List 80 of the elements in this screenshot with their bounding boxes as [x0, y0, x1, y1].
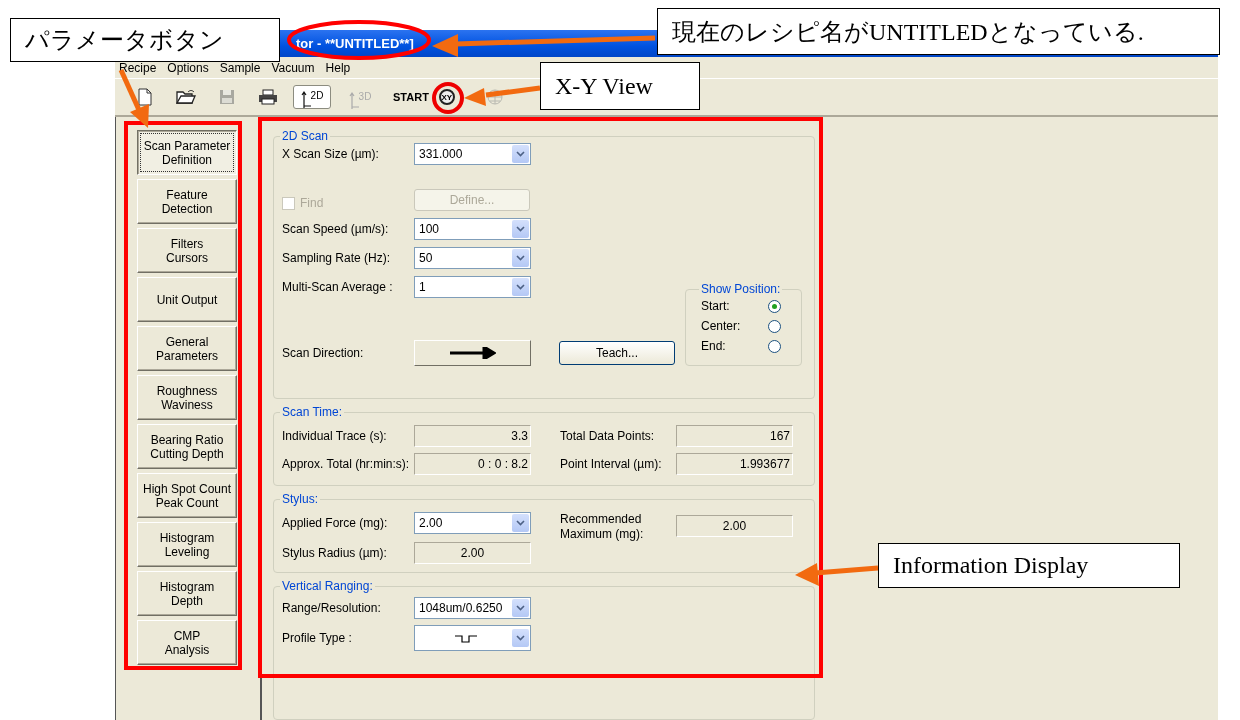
radio-button[interactable]: [768, 339, 781, 353]
dropdown-field[interactable]: 331.000: [414, 143, 531, 165]
field-label: X Scan Size (µm):: [282, 147, 380, 161]
callout-label: パラメータボタン: [10, 18, 280, 62]
field-label: Scan Speed (µm/s):: [282, 222, 390, 236]
printer-icon[interactable]: [258, 87, 278, 107]
field-label: Individual Trace (s):: [282, 429, 388, 443]
chevron-down-icon: [516, 151, 525, 157]
parameter-button[interactable]: CMP Analysis: [137, 620, 237, 665]
parameter-button[interactable]: Filters Cursors: [137, 228, 237, 273]
field-label: Profile Type :: [282, 631, 353, 645]
field-label: Scan Direction:: [282, 346, 365, 360]
readout-field: 1.993677: [676, 453, 793, 475]
callout-label: Information Display: [878, 543, 1180, 588]
chevron-down-icon: [516, 520, 525, 526]
dropdown-field[interactable]: 1048um/0.6250: [414, 597, 531, 619]
group-title: Show Position:: [700, 282, 782, 296]
dropdown-field[interactable]: 100: [414, 218, 531, 240]
axis-icon: [300, 90, 311, 108]
dropdown-field[interactable]: 2.00: [414, 512, 531, 534]
menu-item[interactable]: Options: [167, 60, 209, 75]
readout-field: 3.3: [414, 425, 531, 447]
chevron-down-icon: [516, 635, 525, 641]
field-label: Applied Force (mg):: [282, 516, 389, 530]
checkbox-label: Find: [300, 196, 324, 210]
field-label: Total Data Points:: [559, 429, 656, 443]
axis-icon: [348, 91, 359, 109]
callout-label: X-Y View: [540, 62, 700, 110]
teach-button[interactable]: Teach...: [559, 341, 675, 365]
start-button[interactable]: START: [393, 91, 429, 103]
chevron-down-icon: [516, 284, 525, 290]
menu-item[interactable]: Help: [325, 60, 351, 75]
new-file-icon[interactable]: [135, 87, 155, 107]
parameter-button[interactable]: Bearing Ratio Cutting Depth: [137, 424, 237, 469]
field-label: Stylus Radius (µm):: [282, 546, 388, 560]
readout-field: 0 : 0 : 8.2: [414, 453, 531, 475]
group-title: Vertical Ranging:: [281, 579, 374, 593]
callout-label: 現在のレシピ名がUNTITLEDとなっている.: [657, 8, 1220, 55]
radio-label: Center:: [701, 319, 742, 333]
window-title: tor - **UNTITLED**]: [296, 36, 414, 51]
radio-label: End:: [701, 339, 727, 353]
parameter-button[interactable]: Roughness Waviness: [137, 375, 237, 420]
menu-item[interactable]: Sample: [219, 60, 261, 75]
chevron-down-icon: [516, 605, 525, 611]
chevron-down-icon: [516, 226, 525, 232]
radio-button[interactable]: [768, 319, 781, 333]
field-label: Sampling Rate (Hz):: [282, 251, 392, 265]
menu-item[interactable]: Recipe: [119, 60, 157, 75]
group-title: 2D Scan: [281, 129, 330, 143]
field-label: Approx. Total (hr:min:s):: [282, 457, 411, 471]
dropdown-field[interactable]: 50: [414, 247, 531, 269]
parameter-button[interactable]: Feature Detection: [137, 179, 237, 224]
scan-direction-button[interactable]: [414, 340, 531, 366]
dropdown-field[interactable]: 1: [414, 276, 531, 298]
highlight-circle: [432, 82, 464, 114]
field-label: Point Interval (µm):: [559, 457, 663, 471]
xy-view-button[interactable]: XY: [438, 89, 455, 105]
group-title: Stylus:: [281, 492, 319, 506]
radio-button[interactable]: [768, 299, 781, 313]
readout-field: 167: [676, 425, 793, 447]
field-label: Recommended Maximum (mg):: [559, 512, 645, 542]
parameter-button[interactable]: Histogram Leveling: [137, 522, 237, 567]
parameter-button[interactable]: Histogram Depth: [137, 571, 237, 616]
open-folder-icon[interactable]: [176, 87, 196, 107]
parameter-button[interactable]: Unit Output: [137, 277, 237, 322]
readout-field: 2.00: [676, 515, 793, 537]
group-title: Scan Time:: [281, 405, 344, 419]
readout-field: 2.00: [414, 542, 531, 564]
field-label: Multi-Scan Average :: [282, 280, 394, 294]
parameter-button[interactable]: High Spot Count Peak Count: [137, 473, 237, 518]
step-wave-icon: [454, 633, 477, 643]
parameter-button[interactable]: General Parameters: [137, 326, 237, 371]
parameter-button[interactable]: Scan Parameter Definition: [137, 130, 237, 175]
radio-label: Start:: [701, 299, 731, 313]
field-label: Range/Resolution:: [282, 601, 382, 615]
chevron-down-icon: [516, 255, 525, 261]
dropdown-field[interactable]: [414, 625, 531, 651]
menu-item[interactable]: Vacuum: [271, 60, 315, 75]
right-arrow-icon: [449, 347, 496, 359]
view-mode-button[interactable]: 2D: [293, 85, 331, 109]
